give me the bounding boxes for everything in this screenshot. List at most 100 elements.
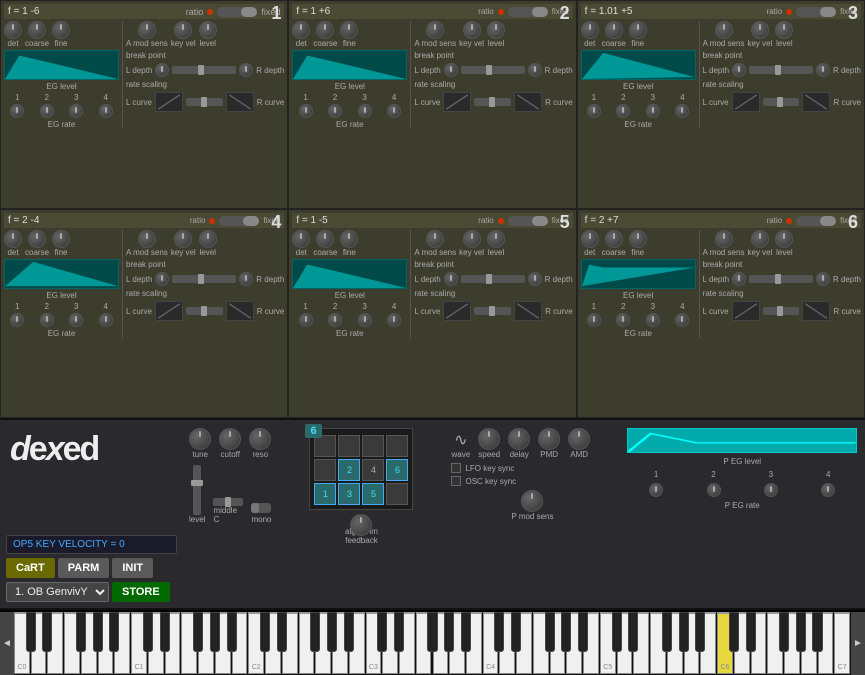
black-key[interactable] xyxy=(695,612,705,652)
op2-rs-slider[interactable] xyxy=(474,98,511,106)
op1-ams-knob[interactable] xyxy=(138,21,156,39)
op4-lv[interactable] xyxy=(199,230,217,248)
op6-r4[interactable] xyxy=(675,313,689,327)
op1-det-knob[interactable] xyxy=(4,21,22,39)
black-key[interactable] xyxy=(578,612,588,652)
op6-ld[interactable] xyxy=(732,272,746,286)
black-key[interactable] xyxy=(76,612,86,652)
op3-det[interactable] xyxy=(581,21,599,39)
op1-led[interactable] xyxy=(207,9,213,15)
black-key[interactable] xyxy=(628,612,638,652)
op4-rs[interactable] xyxy=(186,307,223,315)
op6-led[interactable] xyxy=(786,218,792,224)
op2-rate2[interactable] xyxy=(328,104,342,118)
op4-rd[interactable] xyxy=(239,272,253,286)
black-key[interactable] xyxy=(227,612,237,652)
op4-bp-s[interactable] xyxy=(172,275,236,283)
op6-bp-s[interactable] xyxy=(749,275,813,283)
white-key[interactable]: C7 xyxy=(834,612,850,674)
op1-coarse-knob[interactable] xyxy=(28,21,46,39)
op4-r2[interactable] xyxy=(40,313,54,327)
algo-3-4[interactable] xyxy=(386,483,408,505)
black-key[interactable] xyxy=(729,612,739,652)
op6-rs[interactable] xyxy=(763,307,800,315)
black-key[interactable] xyxy=(679,612,689,652)
op2-led[interactable] xyxy=(498,9,504,15)
op6-r2[interactable] xyxy=(616,313,630,327)
black-key[interactable] xyxy=(444,612,454,652)
algo-1-2[interactable] xyxy=(338,435,360,457)
op2-rate4[interactable] xyxy=(387,104,401,118)
op4-kv[interactable] xyxy=(174,230,192,248)
op5-rd[interactable] xyxy=(528,272,542,286)
black-key[interactable] xyxy=(193,612,203,652)
algo-1-1[interactable] xyxy=(314,435,336,457)
black-key[interactable] xyxy=(612,612,622,652)
lfo-delay-knob[interactable] xyxy=(508,428,530,450)
black-key[interactable] xyxy=(277,612,287,652)
mono-toggle[interactable] xyxy=(251,503,271,513)
op4-ld[interactable] xyxy=(155,272,169,286)
black-key[interactable] xyxy=(812,612,822,652)
middle-c-slider[interactable] xyxy=(213,498,243,506)
op3-coarse[interactable] xyxy=(605,21,623,39)
black-key[interactable] xyxy=(26,612,36,652)
black-key[interactable] xyxy=(327,612,337,652)
op3-lv[interactable] xyxy=(775,21,793,39)
op5-r2[interactable] xyxy=(328,313,342,327)
op1-rate3[interactable] xyxy=(69,104,83,118)
parm-button[interactable]: PARM xyxy=(58,558,110,578)
op5-rs[interactable] xyxy=(474,307,511,315)
op6-r3[interactable] xyxy=(646,313,660,327)
lfo-key-sync-check[interactable] xyxy=(451,463,461,473)
op3-rd[interactable] xyxy=(816,63,830,77)
op3-r4[interactable] xyxy=(675,104,689,118)
black-key[interactable] xyxy=(779,612,789,652)
op5-r3[interactable] xyxy=(358,313,372,327)
amd-knob[interactable] xyxy=(568,428,590,450)
cart-button[interactable]: CaRT xyxy=(6,558,55,578)
op1-ldepth-knob[interactable] xyxy=(155,63,169,77)
black-key[interactable] xyxy=(160,612,170,652)
level-slider[interactable] xyxy=(193,465,201,515)
algo-1-4[interactable] xyxy=(386,435,408,457)
algo-2-2[interactable]: 2 xyxy=(338,459,360,481)
op2-level[interactable] xyxy=(487,21,505,39)
op4-toggle[interactable] xyxy=(219,216,259,226)
black-key[interactable] xyxy=(260,612,270,652)
op4-r4[interactable] xyxy=(99,313,113,327)
op1-level-knob[interactable] xyxy=(199,21,217,39)
piano-arrow-right[interactable]: ► xyxy=(851,612,865,675)
op1-rs-slider[interactable] xyxy=(186,98,223,106)
algo-3-1[interactable]: 1 xyxy=(314,483,336,505)
black-key[interactable] xyxy=(746,612,756,652)
cutoff-knob[interactable] xyxy=(219,428,241,450)
op2-toggle[interactable] xyxy=(508,7,548,17)
op1-rdepth-knob[interactable] xyxy=(239,63,253,77)
op1-rate4[interactable] xyxy=(99,104,113,118)
black-key[interactable] xyxy=(662,612,672,652)
op6-det[interactable] xyxy=(581,230,599,248)
black-key[interactable] xyxy=(210,612,220,652)
black-key[interactable] xyxy=(109,612,119,652)
op2-fine[interactable] xyxy=(340,21,358,39)
op1-rate1[interactable] xyxy=(10,104,24,118)
store-button[interactable]: STORE xyxy=(112,582,170,602)
op6-fine[interactable] xyxy=(629,230,647,248)
op5-coarse[interactable] xyxy=(316,230,334,248)
algo-3-2[interactable]: 3 xyxy=(338,483,360,505)
op6-kv[interactable] xyxy=(751,230,769,248)
algo-3-3[interactable]: 5 xyxy=(362,483,384,505)
op2-rate3[interactable] xyxy=(358,104,372,118)
black-key[interactable] xyxy=(310,612,320,652)
op4-r3[interactable] xyxy=(69,313,83,327)
op4-led[interactable] xyxy=(209,218,215,224)
op3-led[interactable] xyxy=(786,9,792,15)
black-key[interactable] xyxy=(394,612,404,652)
reso-knob[interactable] xyxy=(249,428,271,450)
op3-kv[interactable] xyxy=(751,21,769,39)
op2-ams[interactable] xyxy=(426,21,444,39)
op3-rs[interactable] xyxy=(763,98,800,106)
op3-ams[interactable] xyxy=(715,21,733,39)
algo-2-4[interactable]: 6 xyxy=(386,459,408,481)
